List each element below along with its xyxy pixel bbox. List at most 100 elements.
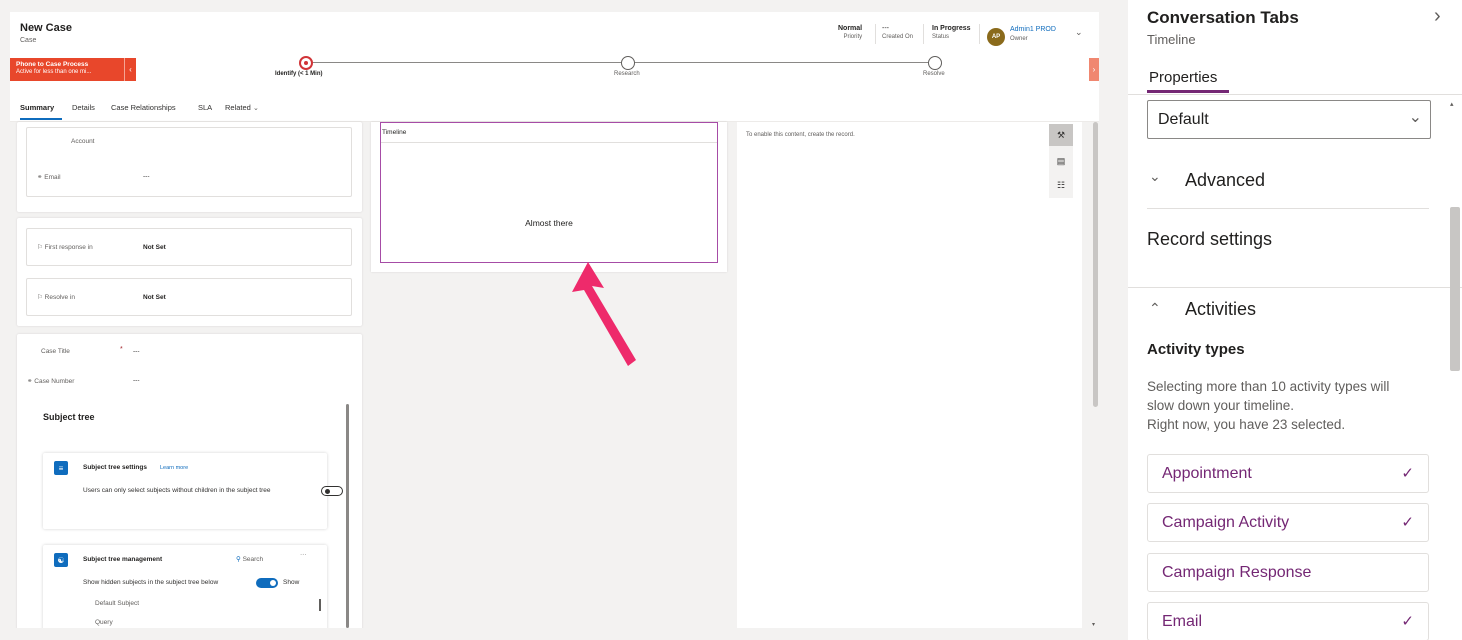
first-response-label: First response in: [44, 244, 93, 251]
priority-field: Normal Priority: [838, 25, 862, 40]
header-divider: [923, 24, 924, 44]
next-stage-chevron-icon[interactable]: ›: [1089, 58, 1099, 81]
scroll-down-arrow-icon[interactable]: ▾: [1092, 621, 1095, 628]
stage-research-label[interactable]: Research: [614, 71, 640, 77]
email-label: Email: [44, 174, 61, 181]
form-tabs: Summary Details Case Relationships SLA R…: [10, 92, 1099, 122]
view-select[interactable]: Default ⌄: [1147, 100, 1431, 139]
email-value[interactable]: ---: [143, 173, 150, 180]
resolve-in-field-label: ⚐ Resolve in: [37, 293, 75, 301]
advanced-section-header[interactable]: Advanced: [1185, 170, 1265, 191]
case-title-value[interactable]: ---: [133, 348, 140, 355]
checkmark-icon: ✓: [1401, 465, 1414, 482]
timeline-header: Timeline: [381, 123, 717, 143]
created-on-label: Created On: [882, 34, 914, 40]
form-scrollbar-thumb[interactable]: [1093, 122, 1098, 407]
tree-item-query[interactable]: Query: [95, 619, 113, 626]
activity-item-label: Campaign Response: [1162, 564, 1312, 581]
tab-properties[interactable]: Properties: [1149, 69, 1217, 86]
form-canvas: New Case Case Normal Priority --- Create…: [10, 12, 1099, 628]
case-number-label: Case Number: [34, 378, 75, 385]
checkmark-icon: ✓: [1401, 514, 1414, 531]
knowledge-book-icon[interactable]: ▤: [1049, 150, 1073, 172]
subject-tree-title: Subject tree: [43, 412, 95, 422]
more-options-icon[interactable]: ···: [300, 551, 307, 558]
business-process-flow: Phone to Case Process Active for less th…: [10, 56, 1099, 92]
stage-research-dot[interactable]: [621, 56, 635, 70]
tab-summary[interactable]: Summary: [20, 103, 54, 112]
owner-name-link[interactable]: Admin1 PROD: [1010, 26, 1056, 33]
settings-text: Users can only select subjects without c…: [83, 487, 271, 494]
related-content-card: To enable this content, create the recor…: [737, 122, 1082, 628]
required-asterisk: *: [120, 346, 123, 353]
process-name: Phone to Case Process: [16, 61, 89, 68]
record-header: New Case Case Normal Priority --- Create…: [10, 12, 1099, 56]
resolve-in-label: Resolve in: [44, 294, 75, 301]
activity-item-campaign-activity[interactable]: Campaign Activity ✓: [1147, 503, 1429, 542]
settings-title: Subject tree settings: [83, 464, 147, 471]
show-hidden-state: Show: [283, 579, 300, 586]
record-settings-header[interactable]: Record settings: [1147, 229, 1272, 250]
status-field: In Progress Status: [932, 25, 971, 40]
tree-scrollbar[interactable]: [319, 599, 321, 611]
tab-case-relationships[interactable]: Case Relationships: [111, 103, 176, 112]
customer-card: Account ⚭ Email ---: [17, 122, 362, 212]
lock-icon: ⚭: [37, 174, 43, 181]
document-icon[interactable]: ☷: [1049, 174, 1073, 196]
description-line: Right now, you have 23 selected.: [1147, 417, 1346, 432]
flag-icon: ⚐: [37, 244, 43, 251]
stage-identify-label[interactable]: Identify (< 1 Min): [275, 71, 323, 77]
view-select-value: Default: [1158, 111, 1209, 128]
chevron-up-icon[interactable]: ⌃: [1149, 300, 1161, 317]
record-title: New Case: [20, 22, 72, 34]
stage-identify-dot[interactable]: [299, 56, 313, 70]
priority-value: Normal: [838, 25, 863, 32]
activity-item-appointment[interactable]: Appointment ✓: [1147, 454, 1429, 493]
case-title-label: Case Title: [41, 348, 70, 355]
subject-search-placeholder: Search: [242, 556, 264, 563]
status-value: In Progress: [932, 25, 971, 32]
activity-item-label: Campaign Activity: [1162, 514, 1290, 531]
stage-resolve-label[interactable]: Resolve: [923, 71, 945, 77]
tab-related-label: Related: [225, 103, 251, 112]
priority-label: Priority: [843, 34, 863, 40]
tree-item-default-subject[interactable]: Default Subject: [95, 600, 139, 607]
tab-details[interactable]: Details: [72, 103, 95, 112]
process-duration: Active for less than one mi...: [16, 69, 92, 75]
form-scrollbar[interactable]: ▾: [1092, 112, 1099, 628]
activity-types-heading: Activity types: [1147, 341, 1245, 358]
email-field-label: ⚭ Email: [37, 173, 61, 181]
wrench-icon[interactable]: ⚒: [1049, 124, 1073, 146]
properties-pane: Conversation Tabs Timeline › Properties …: [1128, 0, 1462, 640]
activities-section-header[interactable]: Activities: [1185, 299, 1256, 320]
activity-item-email[interactable]: Email ✓: [1147, 602, 1429, 640]
learn-more-link[interactable]: Learn more: [160, 465, 188, 471]
created-on-field: --- Created On: [882, 25, 913, 40]
activity-item-campaign-response[interactable]: Campaign Response: [1147, 553, 1429, 592]
tab-sla[interactable]: SLA: [198, 103, 212, 112]
process-stage-flyout[interactable]: Phone to Case Process Active for less th…: [10, 58, 124, 81]
section-scrollbar[interactable]: [346, 404, 349, 628]
chevron-right-icon[interactable]: ›: [1434, 5, 1441, 28]
description-line: Selecting more than 10 activity types wi…: [1147, 379, 1390, 394]
tool-rail: ⚒ ▤ ☷: [1049, 124, 1073, 198]
first-response-value: Not Set: [143, 244, 166, 251]
activity-item-label: Email: [1162, 613, 1203, 630]
timeline-frame: Timeline Almost there: [380, 122, 718, 263]
leaf-only-toggle[interactable]: [321, 486, 343, 496]
selected-tab-indicator: [20, 118, 62, 120]
chevron-down-icon: ⌄: [1408, 109, 1422, 126]
previous-stage-chevron-icon[interactable]: ‹: [124, 58, 136, 81]
stage-resolve-dot[interactable]: [928, 56, 942, 70]
create-record-message: To enable this content, create the recor…: [746, 132, 855, 138]
scroll-up-arrow-icon[interactable]: ▴: [1450, 100, 1454, 108]
subject-search[interactable]: ⚲ Search: [236, 555, 263, 563]
chevron-down-icon[interactable]: ⌄: [1149, 168, 1161, 185]
pane-subtitle: Timeline: [1147, 32, 1196, 47]
pane-scrollbar-thumb[interactable]: [1450, 207, 1460, 371]
tab-related[interactable]: Related ⌄: [225, 103, 259, 112]
header-expand-chevron-icon[interactable]: ⌄: [1075, 27, 1083, 38]
search-icon: ⚲: [236, 556, 241, 563]
show-hidden-toggle[interactable]: [256, 578, 278, 588]
first-response-field-label: ⚐ First response in: [37, 243, 93, 251]
